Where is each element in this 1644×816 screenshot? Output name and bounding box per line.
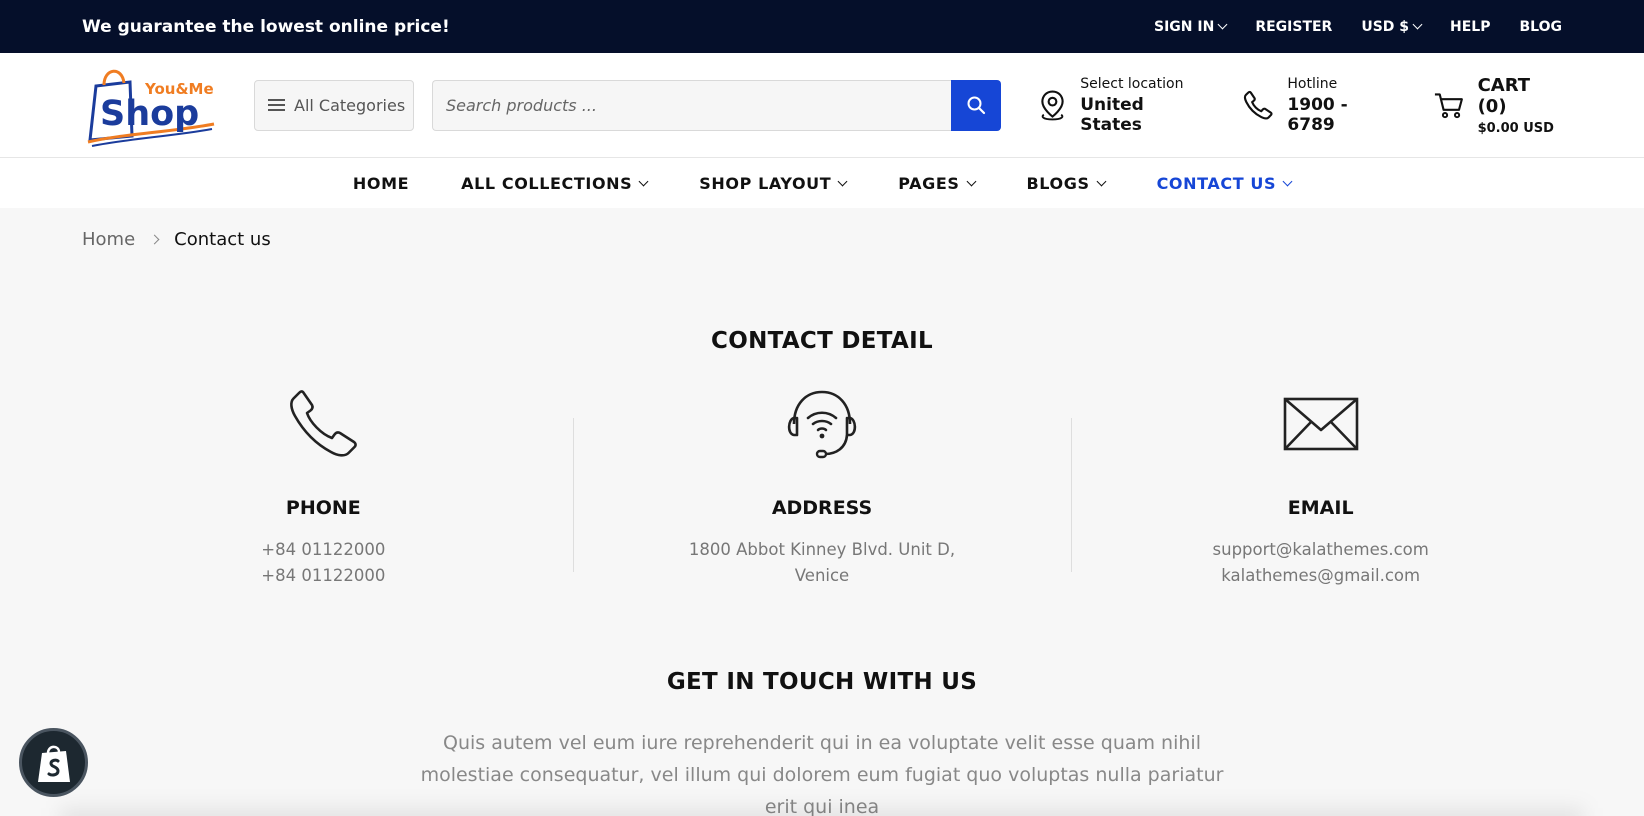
register-link[interactable]: REGISTER xyxy=(1255,19,1332,35)
phone-icon xyxy=(1243,90,1273,120)
help-link[interactable]: HELP xyxy=(1450,19,1490,35)
phone-title: PHONE xyxy=(285,497,361,519)
search-icon xyxy=(967,96,986,115)
contact-detail-title: CONTACT DETAIL xyxy=(711,328,933,354)
breadcrumb-current: Contact us xyxy=(174,229,271,250)
shop-logo-graphic: You&Me Shop xyxy=(87,69,215,147)
currency-label: USD $ xyxy=(1361,18,1410,35)
chevron-down-icon xyxy=(638,176,649,186)
nav-item-blogs[interactable]: BLOGS xyxy=(1026,173,1107,193)
envelope-icon xyxy=(1283,397,1358,450)
nav-label: PAGES xyxy=(898,173,960,193)
main-nav: HOME ALL COLLECTIONS SHOP LAYOUT PAGES B… xyxy=(0,158,1644,208)
chevron-right-icon xyxy=(149,234,160,245)
shopify-badge[interactable] xyxy=(19,728,88,797)
get-in-touch-text: Quis autem vel eum iure reprehenderit qu… xyxy=(420,732,1224,816)
get-in-touch-title: GET IN TOUCH WITH US xyxy=(666,669,978,695)
location-value: United States xyxy=(1080,94,1144,135)
breadcrumb-home-link[interactable]: Home xyxy=(82,229,135,250)
nav-item-contact-us[interactable]: CONTACT US xyxy=(1156,173,1293,193)
sign-in-link[interactable]: SIGN IN xyxy=(1154,18,1228,35)
search-bar xyxy=(431,79,1002,131)
email-line-2[interactable]: kalathemes@gmail.com xyxy=(1071,563,1570,589)
top-links: SIGN IN REGISTER USD $ HELP BLOG xyxy=(1154,19,1562,35)
hotline-label: Hotline xyxy=(1287,75,1338,92)
contact-address: ADDRESS 1800 Abbot Kinney Blvd. Unit D, … xyxy=(572,386,1072,589)
main-header: You&Me Shop All Categories Select locati… xyxy=(0,53,1644,158)
email-title: EMAIL xyxy=(1287,497,1354,519)
currency-selector[interactable]: USD $ xyxy=(1361,18,1423,35)
nav-item-home[interactable]: HOME xyxy=(353,174,409,193)
menu-icon xyxy=(268,99,285,111)
phone-line-1: +84 01122000 xyxy=(261,540,386,559)
promo-text: We guarantee the lowest online price! xyxy=(82,16,450,37)
shop-logo[interactable]: You&Me Shop xyxy=(82,62,218,148)
nav-label: BLOGS xyxy=(1026,173,1090,193)
chevron-down-icon xyxy=(1217,19,1228,30)
nav-item-pages[interactable]: PAGES xyxy=(898,173,976,193)
headset-icon xyxy=(787,390,857,458)
sign-in-label: SIGN IN xyxy=(1154,18,1215,35)
hotline-value: 1900 - 6789 xyxy=(1287,94,1348,135)
blog-link[interactable]: BLOG xyxy=(1520,19,1563,35)
nav-label: ALL COLLECTIONS xyxy=(461,173,633,193)
location-label: Select location xyxy=(1080,75,1184,92)
search-input[interactable] xyxy=(431,79,952,131)
chevron-down-icon xyxy=(1412,19,1423,30)
address-title: ADDRESS xyxy=(771,497,873,519)
chevron-down-icon xyxy=(1282,176,1293,186)
chevron-down-icon xyxy=(966,176,976,186)
cart-total: $0.00 USD xyxy=(1477,120,1554,136)
chevron-down-icon xyxy=(1096,176,1107,186)
nav-item-shop-layout[interactable]: SHOP LAYOUT xyxy=(699,173,848,193)
contact-phone: PHONE +84 01122000 +84 01122000 xyxy=(74,386,573,589)
nav-label: HOME xyxy=(352,173,410,193)
nav-item-all-collections[interactable]: ALL COLLECTIONS xyxy=(461,173,649,193)
cart-label: CART (0) xyxy=(1477,74,1531,117)
address-line-1: 1800 Abbot Kinney Blvd. Unit D, xyxy=(688,540,956,559)
all-categories-label: All Categories xyxy=(294,95,406,115)
chevron-down-icon xyxy=(837,176,848,186)
phone-icon xyxy=(290,389,358,457)
search-button[interactable] xyxy=(951,79,1002,131)
breadcrumb: Home Contact us xyxy=(0,208,1644,250)
address-line-2: Venice xyxy=(794,566,850,585)
location-pin-icon xyxy=(1041,90,1064,121)
location-selector[interactable]: Select location United States xyxy=(1039,76,1206,135)
email-line-1[interactable]: support@kalathemes.com xyxy=(1071,537,1570,563)
logo-main-text: Shop xyxy=(100,94,199,134)
cart-icon xyxy=(1434,93,1463,119)
contact-email: EMAIL support@kalathemes.com kalathemes@… xyxy=(1071,386,1570,589)
phone-line-2: +84 01122000 xyxy=(261,566,386,585)
cart-button[interactable]: CART (0) $0.00 USD xyxy=(1433,75,1562,136)
nav-label: SHOP LAYOUT xyxy=(699,173,832,193)
top-bar: We guarantee the lowest online price! SI… xyxy=(0,0,1644,53)
nav-label: CONTACT US xyxy=(1156,173,1277,193)
bottom-shadow xyxy=(60,808,1584,816)
shopify-bag-icon xyxy=(37,745,70,782)
contact-columns: PHONE +84 01122000 +84 01122000 ADDRESS … xyxy=(74,386,1570,589)
all-categories-button[interactable]: All Categories xyxy=(254,79,414,131)
hotline[interactable]: Hotline 1900 - 6789 xyxy=(1243,76,1397,135)
